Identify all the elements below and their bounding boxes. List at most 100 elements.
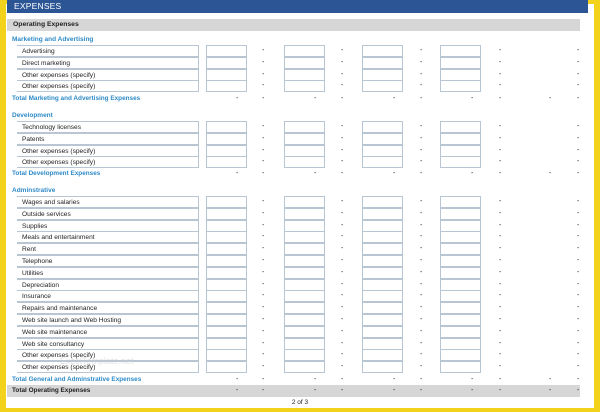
amount-input-cell[interactable] <box>362 121 403 133</box>
amount-input-cell[interactable] <box>440 337 481 350</box>
amount-input-cell[interactable] <box>440 278 481 291</box>
amount-input-cell[interactable] <box>362 219 403 232</box>
amount-input-cell[interactable] <box>284 266 325 279</box>
amount-input-cell[interactable] <box>440 207 481 220</box>
amount-input-cell[interactable] <box>362 68 403 81</box>
amount-input-cell[interactable] <box>206 361 247 374</box>
amount-input-cell[interactable] <box>440 219 481 232</box>
amount-input-cell[interactable] <box>362 207 403 220</box>
amount-input-cell[interactable] <box>440 290 481 303</box>
amount-input-cell[interactable] <box>284 349 325 362</box>
amount-input-cell[interactable] <box>440 132 481 145</box>
amount-input-cell[interactable] <box>206 231 247 244</box>
amount-input-cell[interactable] <box>284 121 325 133</box>
grand-total-value: - <box>393 387 396 394</box>
amount-input-cell[interactable] <box>284 255 325 267</box>
amount-input-cell[interactable] <box>362 255 403 267</box>
amount-input-cell[interactable] <box>206 196 247 208</box>
amount-input-cell[interactable] <box>440 255 481 267</box>
amount-input-cell[interactable] <box>284 278 325 291</box>
amount-input-cell[interactable] <box>362 80 403 93</box>
amount-input-cell[interactable] <box>362 243 403 256</box>
amount-input-cell[interactable] <box>284 361 325 374</box>
amount-input-cell[interactable] <box>440 144 481 157</box>
amount-input-cell[interactable] <box>362 314 403 326</box>
amount-input-cell[interactable] <box>206 132 247 145</box>
amount-input-cell[interactable] <box>440 68 481 81</box>
amount-input-cell[interactable] <box>206 121 247 133</box>
amount-input-cell[interactable] <box>206 278 247 291</box>
amount-input-cell[interactable] <box>440 302 481 315</box>
total-value: - <box>236 95 239 102</box>
amount-input-cell[interactable] <box>206 243 247 256</box>
amount-input-cell[interactable] <box>206 314 247 326</box>
amount-input-cell[interactable] <box>206 325 247 338</box>
amount-input-cell[interactable] <box>362 45 403 57</box>
amount-input-cell[interactable] <box>284 219 325 232</box>
amount-input-cell[interactable] <box>206 45 247 57</box>
amount-input-cell[interactable] <box>362 56 403 69</box>
amount-input-cell[interactable] <box>206 255 247 267</box>
amount-input-cell[interactable] <box>284 207 325 220</box>
expense-label: Insurance <box>17 290 199 303</box>
amount-input-cell[interactable] <box>362 349 403 362</box>
amount-input-cell[interactable] <box>440 314 481 326</box>
amount-input-cell[interactable] <box>206 207 247 220</box>
amount-input-cell[interactable] <box>284 132 325 145</box>
amount-input-cell[interactable] <box>440 325 481 338</box>
amount-input-cell[interactable] <box>284 196 325 208</box>
amount-input-cell[interactable] <box>284 45 325 57</box>
amount-input-cell[interactable] <box>206 144 247 157</box>
amount-input-cell[interactable] <box>206 266 247 279</box>
amount-input-cell[interactable] <box>284 337 325 350</box>
amount-input-cell[interactable] <box>362 132 403 145</box>
amount-input-cell[interactable] <box>362 325 403 338</box>
amount-input-cell[interactable] <box>206 56 247 69</box>
computed-value: - <box>577 221 580 229</box>
amount-input-cell[interactable] <box>440 196 481 208</box>
amount-input-cell[interactable] <box>284 314 325 326</box>
expense-row: Utilities - - - - - <box>7 266 580 279</box>
amount-input-cell[interactable] <box>362 231 403 244</box>
amount-input-cell[interactable] <box>362 302 403 315</box>
computed-value: - <box>577 209 580 217</box>
amount-input-cell[interactable] <box>440 266 481 279</box>
amount-input-cell[interactable] <box>362 266 403 279</box>
amount-input-cell[interactable] <box>284 156 325 169</box>
amount-input-cell[interactable] <box>284 243 325 256</box>
amount-input-cell[interactable] <box>206 80 247 93</box>
amount-input-cell[interactable] <box>206 290 247 303</box>
amount-input-cell[interactable] <box>206 219 247 232</box>
amount-input-cell[interactable] <box>284 56 325 69</box>
amount-input-cell[interactable] <box>206 68 247 81</box>
amount-input-cell[interactable] <box>362 196 403 208</box>
amount-input-cell[interactable] <box>362 361 403 374</box>
amount-input-cell[interactable] <box>362 278 403 291</box>
amount-input-cell[interactable] <box>440 361 481 374</box>
amount-input-cell[interactable] <box>284 231 325 244</box>
amount-input-cell[interactable] <box>284 290 325 303</box>
amount-input-cell[interactable] <box>206 156 247 169</box>
amount-input-cell[interactable] <box>440 349 481 362</box>
amount-input-cell[interactable] <box>284 144 325 157</box>
amount-input-cell[interactable] <box>206 337 247 350</box>
amount-input-cell[interactable] <box>284 302 325 315</box>
amount-input-cell[interactable] <box>440 45 481 57</box>
amount-input-cell[interactable] <box>362 290 403 303</box>
amount-input-cell[interactable] <box>362 337 403 350</box>
amount-input-cell[interactable] <box>206 349 247 362</box>
amount-input-cell[interactable] <box>284 325 325 338</box>
amount-input-cell[interactable] <box>440 56 481 69</box>
amount-input-cell[interactable] <box>440 121 481 133</box>
amount-input-cell[interactable] <box>284 68 325 81</box>
amount-input-cell[interactable] <box>284 80 325 93</box>
expense-label: Other expenses (specify) <box>17 80 199 93</box>
amount-input-cell[interactable] <box>206 302 247 315</box>
expense-label: Supplies <box>17 219 199 232</box>
amount-input-cell[interactable] <box>440 80 481 93</box>
amount-input-cell[interactable] <box>440 156 481 169</box>
amount-input-cell[interactable] <box>362 156 403 169</box>
amount-input-cell[interactable] <box>362 144 403 157</box>
amount-input-cell[interactable] <box>440 231 481 244</box>
amount-input-cell[interactable] <box>440 243 481 256</box>
